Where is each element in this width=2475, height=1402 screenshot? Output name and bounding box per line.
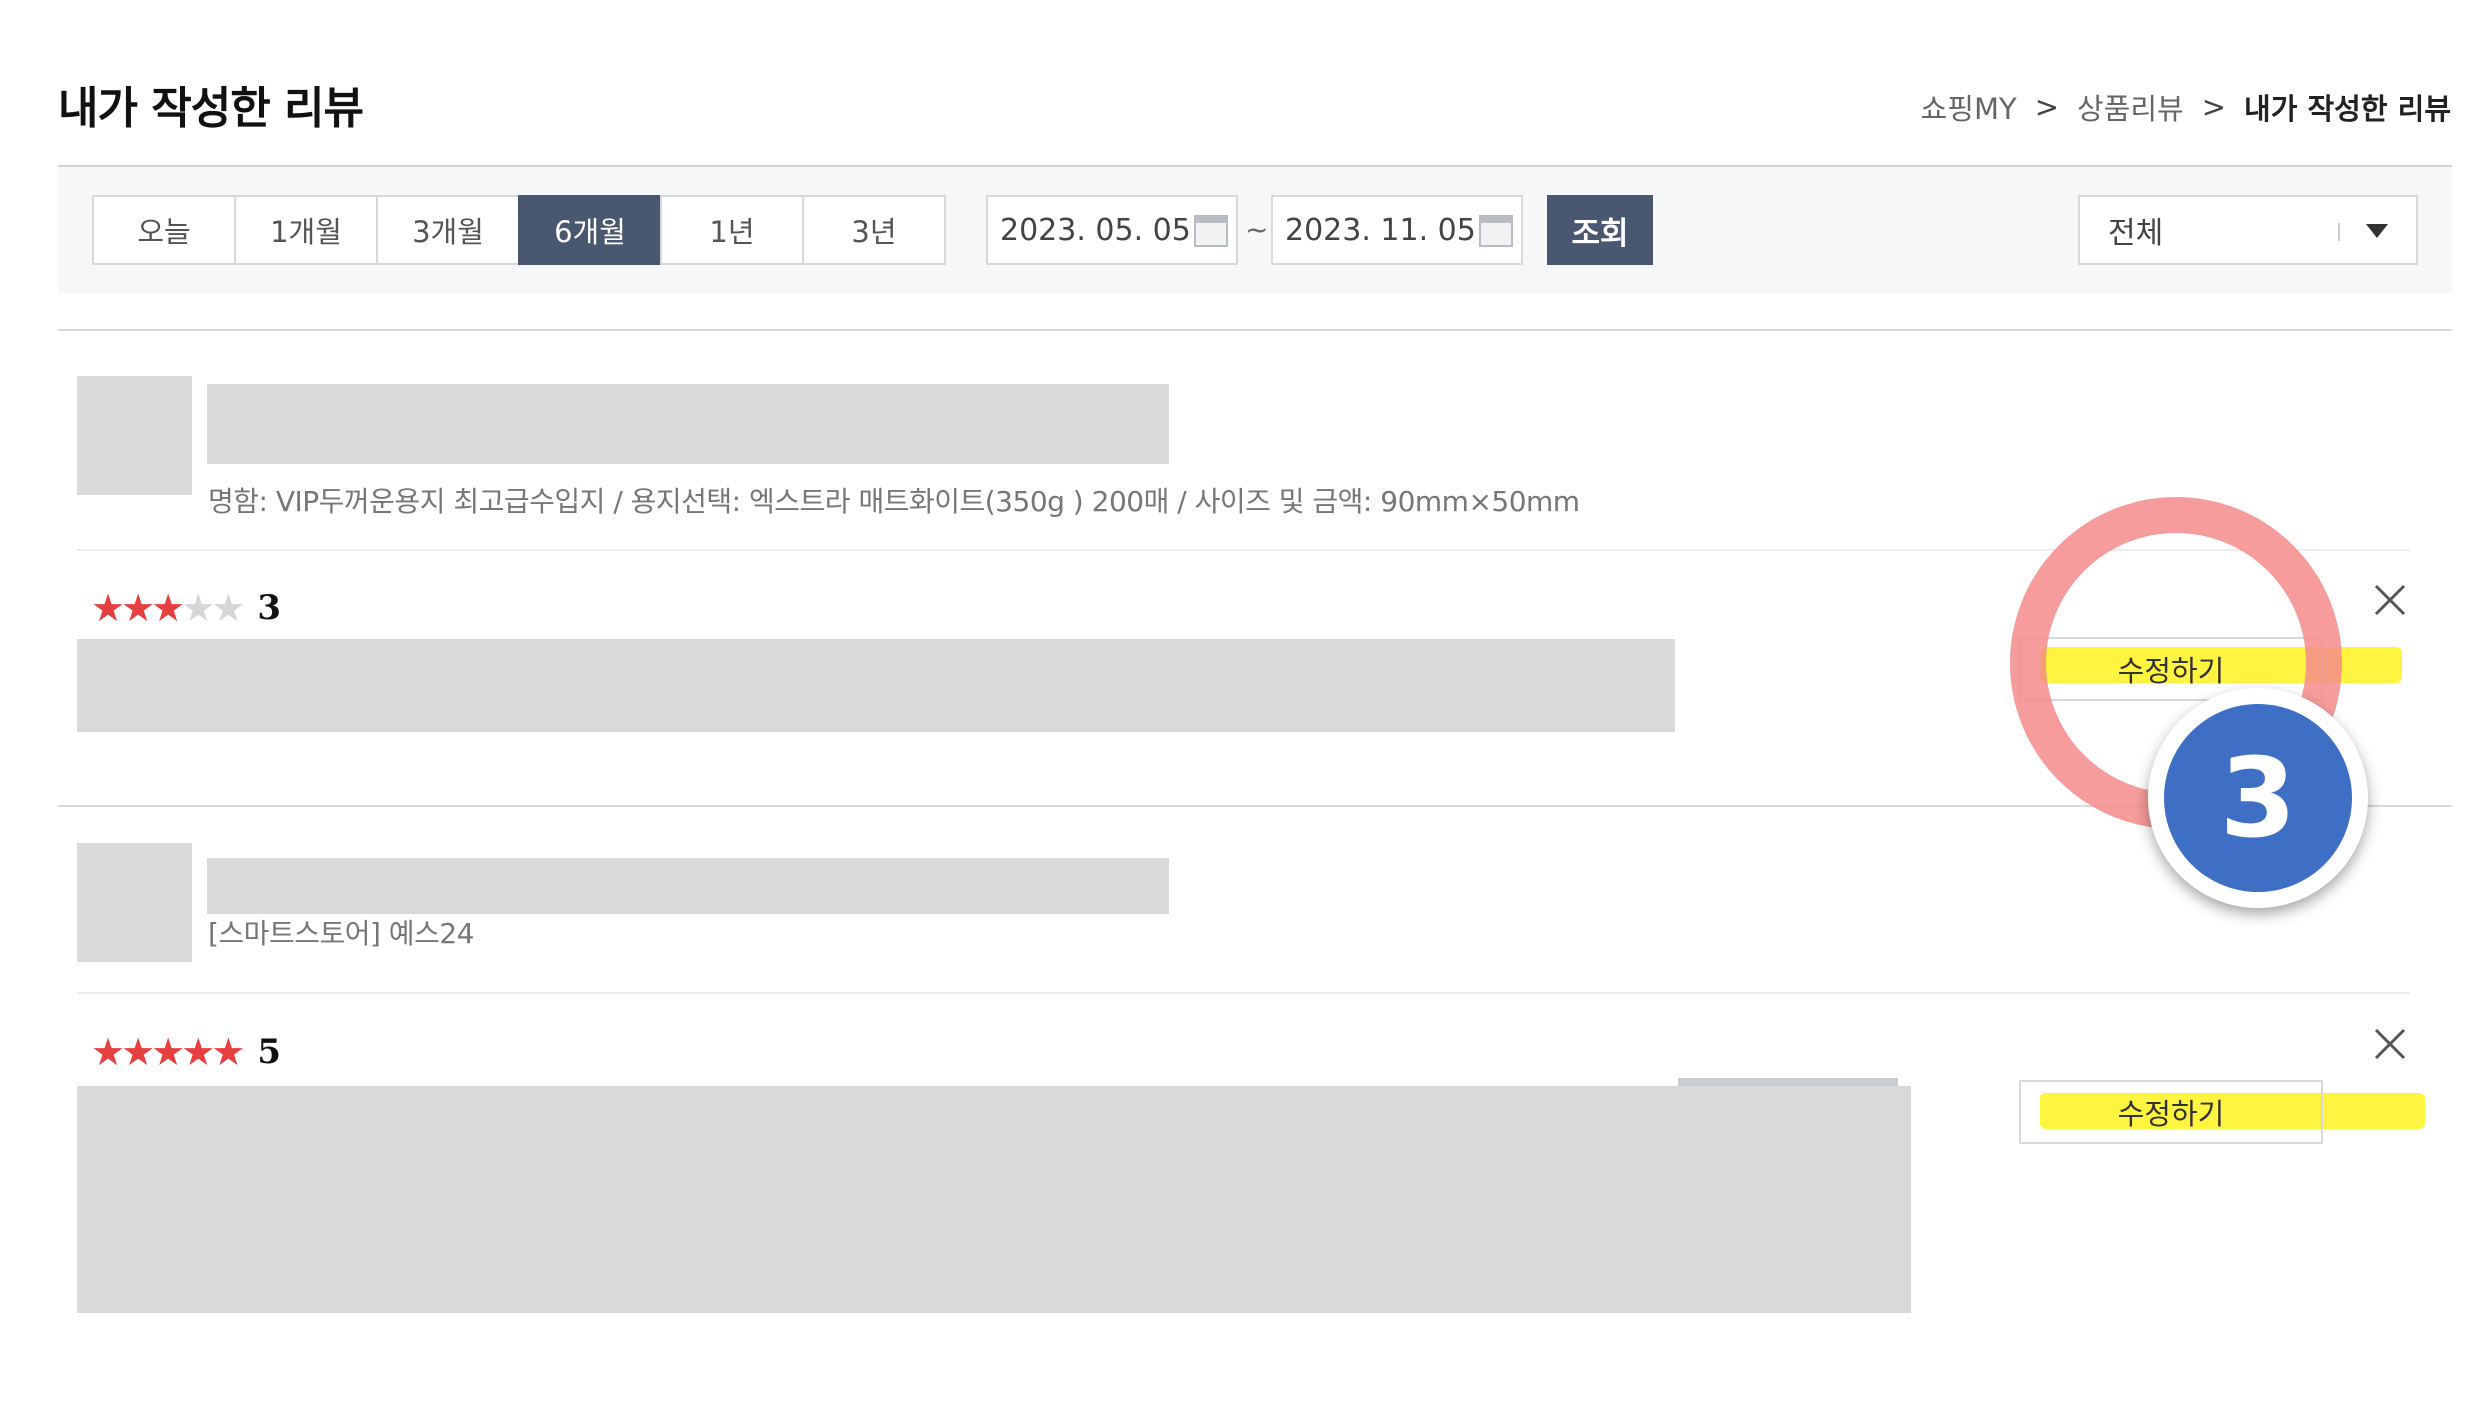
period-1-month-button[interactable]: 1개월 xyxy=(234,195,378,265)
star-filled-icon: ★ xyxy=(91,586,125,630)
product-thumbnail[interactable] xyxy=(77,843,192,962)
period-tabs: 오늘 1개월 3개월 6개월 1년 3년 xyxy=(92,195,946,265)
start-date-value: 2023. 05. 05. xyxy=(1000,212,1201,248)
period-3-years-button[interactable]: 3년 xyxy=(802,195,946,265)
step-number: 3 xyxy=(2164,704,2352,892)
star-empty-icon: ★ xyxy=(181,586,215,630)
review-text-redacted xyxy=(77,1086,1911,1313)
breadcrumb-separator: > xyxy=(2034,90,2059,124)
period-today-button[interactable]: 오늘 xyxy=(92,195,236,265)
select-value: 전체 xyxy=(2108,216,2164,251)
breadcrumb-separator: > xyxy=(2201,90,2227,124)
rating-stars: ★ ★ ★ ★ ★ 3 xyxy=(91,588,281,628)
star-filled-icon: ★ xyxy=(121,586,155,630)
close-icon[interactable] xyxy=(2370,580,2410,620)
star-filled-icon: ★ xyxy=(91,1030,125,1074)
end-date-field[interactable]: 2023. 11. 05. xyxy=(1271,195,1523,265)
star-filled-icon: ★ xyxy=(211,1030,245,1074)
product-name-redacted xyxy=(207,858,1169,914)
period-6-months-button[interactable]: 6개월 xyxy=(518,195,662,265)
review-filter-select[interactable]: 전체 xyxy=(2078,195,2418,265)
review-text-redacted xyxy=(77,639,1675,732)
chevron-down-icon xyxy=(2366,224,2388,238)
product-name-redacted xyxy=(207,384,1169,464)
close-icon[interactable] xyxy=(2370,1024,2410,1064)
breadcrumb-item-current: 내가 작성한 리뷰 xyxy=(2244,92,2451,126)
star-filled-icon: ★ xyxy=(151,1030,185,1074)
star-filled-icon: ★ xyxy=(151,586,185,630)
rating-score: 3 xyxy=(257,588,282,628)
star-filled-icon: ★ xyxy=(181,1030,215,1074)
end-date-value: 2023. 11. 05. xyxy=(1285,212,1486,248)
search-button[interactable]: 조회 xyxy=(1547,195,1653,265)
rating-stars: ★ ★ ★ ★ ★ 5 xyxy=(91,1032,281,1072)
edit-review-button[interactable]: 수정하기 xyxy=(2019,1080,2323,1144)
page-title: 내가 작성한 리뷰 xyxy=(58,83,364,134)
period-1-year-button[interactable]: 1년 xyxy=(660,195,804,265)
divider xyxy=(77,992,2410,994)
star-filled-icon: ★ xyxy=(121,1030,155,1074)
period-3-months-button[interactable]: 3개월 xyxy=(376,195,520,265)
seller-name-text: [스마트스토어] 예스24 xyxy=(208,917,474,950)
product-option-text: 명함: VIP두꺼운용지 최고급수입지 / 용지선택: 엑스트라 매트화이트(3… xyxy=(208,485,1580,518)
start-date-field[interactable]: 2023. 05. 05. xyxy=(986,195,1238,265)
calendar-icon[interactable] xyxy=(1194,215,1228,247)
calendar-icon[interactable] xyxy=(1479,215,1513,247)
breadcrumb-item-shopping-my[interactable]: 쇼핑MY xyxy=(1921,86,2017,128)
rating-score: 5 xyxy=(257,1032,282,1072)
divider xyxy=(58,329,2452,331)
star-empty-icon: ★ xyxy=(211,586,245,630)
date-range-separator: ~ xyxy=(1245,213,1269,246)
filter-bar: 오늘 1개월 3개월 6개월 1년 3년 2023. 05. 05. ~ 202… xyxy=(58,165,2452,293)
select-divider xyxy=(2338,223,2340,241)
breadcrumb-item-product-review[interactable]: 상품리뷰 xyxy=(2077,86,2184,128)
breadcrumb: 쇼핑MY > 상품리뷰 > 내가 작성한 리뷰 xyxy=(1921,86,2451,128)
product-thumbnail[interactable] xyxy=(77,376,192,495)
step-badge: 3 xyxy=(2148,688,2368,908)
